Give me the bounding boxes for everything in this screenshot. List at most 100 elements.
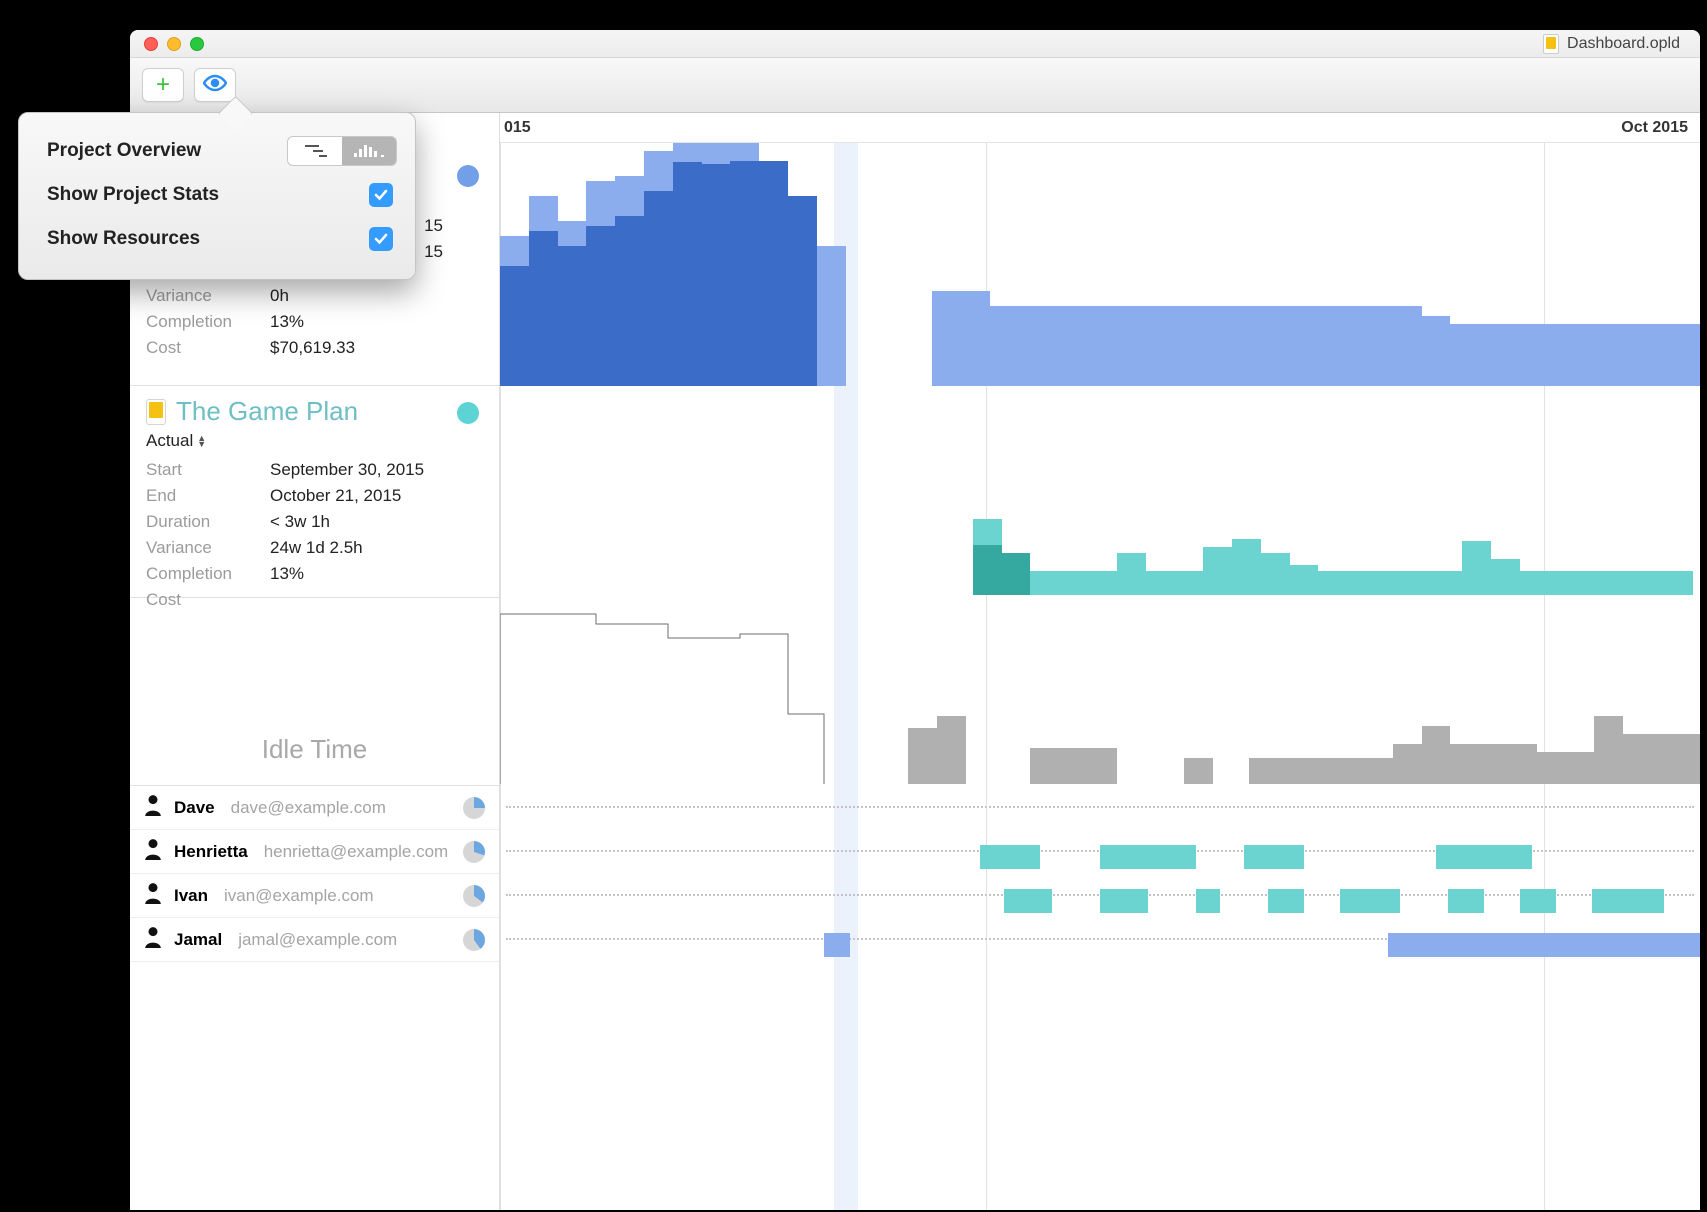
idle-bar (1566, 752, 1595, 784)
resource-email: ivan@example.com (224, 886, 374, 906)
idle-bar (1249, 758, 1278, 784)
popover-row-resources: Show Resources (47, 217, 397, 261)
project-color-dot (457, 402, 479, 424)
stat-value: 0h (270, 283, 289, 309)
window-title: Dashboard.opld (1567, 35, 1680, 53)
idle-bar (1508, 744, 1537, 784)
chart-bar-back (1652, 324, 1681, 386)
project-doc-icon (146, 399, 166, 425)
resource-dash-line (506, 806, 1694, 808)
resource-row[interactable]: Jamaljamal@example.com (130, 918, 499, 962)
resource-bar (1340, 889, 1400, 913)
chart-bar-back (1306, 306, 1335, 386)
chart-bar-back (1191, 306, 1220, 386)
chart-bar-back (1462, 541, 1491, 595)
stat-label: Completion (146, 309, 270, 335)
idle-bar (1184, 758, 1213, 784)
chart-bar-back (1537, 324, 1566, 386)
toolbar: + (130, 58, 1700, 113)
chart-bar-back (1076, 306, 1105, 386)
idle-bar (908, 728, 937, 784)
idle-bar (1278, 758, 1307, 784)
project-mode-selector[interactable]: Actual ▲▼ (146, 431, 483, 451)
chart-bar-back (1479, 324, 1508, 386)
seg-histogram[interactable] (342, 137, 396, 165)
chart-bar-front (730, 161, 759, 386)
stat-value: 24w 1d 2.5h (270, 535, 363, 561)
chart-bar-back (1232, 539, 1261, 595)
close-button[interactable] (144, 37, 158, 51)
add-button[interactable]: + (142, 68, 184, 102)
chart-row (500, 596, 1700, 784)
idle-bar (1537, 752, 1566, 784)
chart-bar-back (1566, 324, 1595, 386)
chart-bar-front (1002, 553, 1031, 595)
chart-bar-front (644, 191, 673, 386)
view-options-button[interactable] (194, 68, 236, 102)
view-options-popover: Project Overview Show Project Stats Show… (18, 112, 416, 280)
chart-bar-front (558, 246, 587, 386)
chart-bar-back (1508, 324, 1537, 386)
idle-bar (1030, 748, 1059, 784)
chart-bar-back (1030, 571, 1059, 595)
chart-bar-back (1162, 306, 1191, 386)
idle-bar (1088, 748, 1117, 784)
resource-row[interactable]: Henrietta henrietta@example.com (130, 830, 499, 874)
idle-bar (1623, 734, 1652, 784)
document-icon (1543, 34, 1559, 54)
utilization-pie-icon (463, 885, 485, 907)
idle-bar (937, 716, 966, 784)
project-stat-row: Completion 13% (146, 309, 483, 335)
chart-bar-back (1203, 547, 1232, 595)
stat-label: Cost (146, 587, 270, 613)
resource-timeline-row (500, 784, 1700, 828)
resource-bar (1100, 889, 1148, 913)
seg-gantt[interactable] (288, 137, 342, 165)
stats-label: Show Project Stats (47, 184, 219, 206)
stat-value: October 21, 2015 (270, 483, 401, 509)
resource-bar (824, 933, 850, 957)
chart-bar-back (1434, 571, 1463, 595)
overview-segmented-control[interactable] (287, 136, 397, 166)
resource-bar (1436, 845, 1532, 869)
resource-bar (1100, 845, 1196, 869)
resource-row[interactable]: Davedave@example.com (130, 786, 499, 830)
chart-bar-back (1134, 306, 1163, 386)
resource-name: Henrietta (174, 842, 248, 862)
stats-checkbox[interactable] (369, 183, 393, 207)
chart-bar-back (1594, 324, 1623, 386)
chart-bar-back (1393, 306, 1422, 386)
project-stat-row: Cost (146, 587, 483, 613)
resources-checkbox[interactable] (369, 227, 393, 251)
window-title-wrap: Dashboard.opld (1543, 30, 1680, 58)
stat-label: End (146, 483, 270, 509)
timeline[interactable]: 015 Oct 2015 (500, 113, 1700, 1210)
titlebar: Dashboard.opld (130, 30, 1700, 58)
minimize-button[interactable] (167, 37, 181, 51)
chart-bar-front (759, 161, 788, 386)
resource-row[interactable]: Ivanivan@example.com (130, 874, 499, 918)
chart-bar-back (1664, 571, 1693, 595)
stat-value: September 30, 2015 (270, 457, 424, 483)
resource-timeline-row (500, 916, 1700, 960)
chart-bar-back (1088, 571, 1117, 595)
idle-bar (1306, 758, 1335, 784)
chart-bar-back (932, 291, 961, 386)
project-stat-row: Variance 0h (146, 283, 483, 309)
overview-label: Project Overview (47, 140, 201, 162)
chart-bar-back (1174, 571, 1203, 595)
resource-bar (1244, 845, 1304, 869)
idle-bar (1422, 726, 1451, 784)
project-title-row: The Game Plan (146, 396, 483, 427)
chart-bar-back (1405, 571, 1434, 595)
utilization-pie-icon (463, 929, 485, 951)
maximize-button[interactable] (190, 37, 204, 51)
stat-label: Variance (146, 535, 270, 561)
chart-bar-back (1278, 306, 1307, 386)
resource-email: henrietta@example.com (264, 842, 449, 862)
idle-bar (1681, 734, 1700, 784)
resource-bar (1520, 889, 1556, 913)
chart-bar-back (817, 246, 846, 386)
chart-bar-back (1623, 324, 1652, 386)
project-stat-row: Duration < 3w 1h (146, 509, 483, 535)
